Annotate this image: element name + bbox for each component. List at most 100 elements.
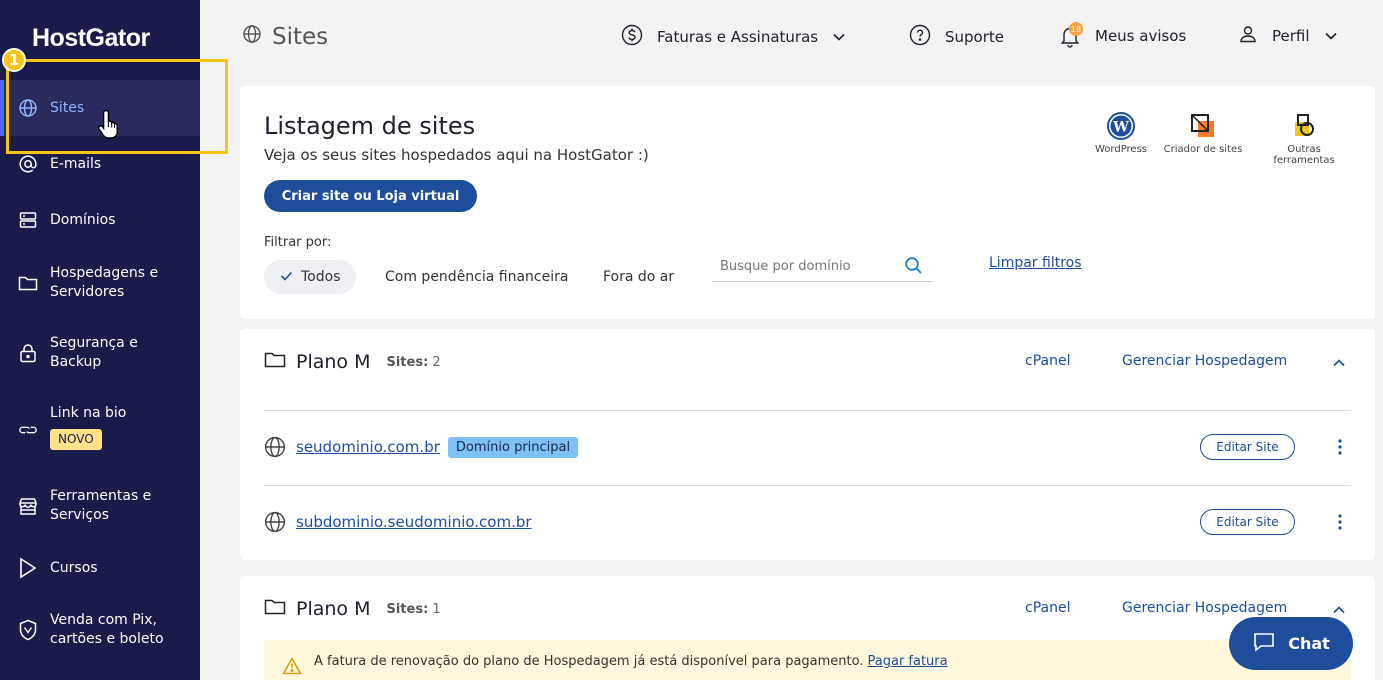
manage-hosting-link[interactable]: Gerenciar Hospedagem	[1122, 353, 1287, 369]
profile-menu[interactable]: Perfil	[1238, 24, 1338, 48]
warning-text: A fatura de renovação do plano de Hosped…	[314, 654, 864, 669]
edit-site-button[interactable]: Editar Site	[1200, 509, 1295, 535]
at-icon	[18, 154, 38, 174]
filter-offline-chip[interactable]: Fora do ar	[603, 260, 674, 294]
sidebar-item-label: Segurança e Backup	[50, 335, 138, 370]
tutorial-step-badge: 1	[2, 48, 26, 72]
filter-label: Filtrar por:	[264, 235, 332, 250]
wordpress-label: WordPress	[1094, 144, 1148, 155]
other-tools-label: Outras ferramentas	[1273, 144, 1335, 166]
listing-title: Listagem de sites	[264, 112, 476, 140]
domain-search-input[interactable]	[720, 254, 900, 278]
notices-label: Meus avisos	[1095, 27, 1187, 45]
chat-label: Chat	[1288, 634, 1330, 653]
notification-count-badge: 18	[1069, 22, 1083, 36]
billing-menu[interactable]: Faturas e Assinaturas	[621, 24, 846, 50]
chevron-up-icon[interactable]	[1332, 353, 1346, 372]
create-site-button[interactable]: Criar site ou Loja virtual	[264, 180, 477, 212]
check-icon	[280, 269, 293, 285]
search-icon[interactable]	[904, 256, 923, 279]
profile-label: Perfil	[1272, 27, 1310, 45]
plan-card: Plano M Sites: 2 cPanel Gerenciar Hosped…	[240, 329, 1375, 560]
sidebar-item-hosting[interactable]: Hospedagens e Servidores	[0, 264, 200, 302]
plan-header: Plano M Sites: 1	[264, 598, 441, 620]
filter-all-label: Todos	[301, 269, 341, 285]
globe-icon	[18, 98, 38, 118]
sidebar-item-label-wrap: Link na bio NOVO	[50, 404, 126, 450]
sidebar-item-label: Sites	[50, 99, 85, 116]
site-domain-link[interactable]: subdominio.seudominio.com.br	[296, 513, 532, 531]
listing-subtitle: Veja os seus sites hospedados aqui na Ho…	[264, 146, 649, 164]
billing-label: Faturas e Assinaturas	[657, 28, 819, 46]
support-link[interactable]: Suporte	[909, 24, 1004, 50]
chevron-up-icon[interactable]	[1332, 600, 1346, 619]
edit-site-button[interactable]: Editar Site	[1200, 434, 1295, 460]
site-builder-label: Criador de sites	[1163, 144, 1243, 155]
sidebar-item-label: E-mails	[50, 155, 102, 172]
sidebar-item-link-in-bio[interactable]: Link na bio NOVO	[0, 404, 200, 456]
manage-hosting-link[interactable]: Gerenciar Hospedagem	[1122, 600, 1287, 616]
sidebar-item-courses[interactable]: Cursos	[0, 557, 200, 579]
chat-button[interactable]: Chat	[1229, 617, 1353, 670]
kebab-menu-icon[interactable]	[1332, 514, 1348, 530]
new-badge: NOVO	[50, 429, 102, 450]
cpanel-link[interactable]: cPanel	[1025, 600, 1070, 616]
dollar-icon	[621, 24, 643, 50]
page-title-text: Sites	[272, 24, 329, 50]
filter-all-chip[interactable]: Todos	[264, 260, 357, 294]
sidebar-item-tools[interactable]: Ferramentas e Serviços	[0, 487, 200, 525]
page-title: Sites	[242, 24, 328, 50]
lock-icon	[18, 343, 38, 363]
sidebar-item-emails[interactable]: E-mails	[0, 154, 200, 174]
active-indicator	[0, 80, 4, 136]
bell-icon: 18	[1059, 22, 1083, 48]
site-builder-tool[interactable]: Criador de sites	[1162, 108, 1244, 155]
kebab-menu-icon[interactable]	[1332, 439, 1348, 455]
notices-link[interactable]: 18 Meus avisos	[1059, 22, 1187, 48]
folder-icon	[18, 273, 38, 293]
globe-icon	[264, 436, 288, 458]
chevron-down-icon	[832, 28, 846, 46]
shield-icon	[18, 619, 38, 641]
plan-header: Plano M Sites: 2	[264, 351, 441, 373]
support-label: Suporte	[945, 28, 1005, 46]
other-tools[interactable]: Outras ferramentas	[1255, 108, 1353, 166]
divider	[264, 410, 1351, 411]
cpanel-link[interactable]: cPanel	[1025, 353, 1070, 369]
plan-sites-count: Sites: 1	[386, 601, 441, 617]
sidebar-item-security[interactable]: Segurança e Backup	[0, 334, 200, 372]
sidebar-item-label: Venda com Pix, cartões e boleto	[50, 612, 164, 647]
sidebar-item-label: Hospedagens e Servidores	[50, 265, 159, 300]
main-domain-tag: Domínio principal	[447, 436, 579, 458]
folder-icon	[264, 598, 286, 620]
site-row: subdominio.seudominio.com.br Editar Site	[264, 502, 1351, 542]
folder-icon	[264, 351, 286, 373]
warning-icon	[282, 656, 302, 679]
sidebar-item-domains[interactable]: Domínios	[0, 210, 200, 230]
link-icon	[18, 420, 38, 440]
wordpress-tool[interactable]: W WordPress	[1092, 108, 1150, 155]
domain-search	[712, 254, 933, 282]
plan-name: Plano M	[296, 598, 371, 620]
globe-icon	[264, 511, 288, 533]
sidebar-item-label: Domínios	[50, 211, 116, 228]
svg-text:W: W	[1112, 120, 1129, 136]
server-icon	[18, 210, 38, 230]
clear-filters-link[interactable]: Limpar filtros	[989, 255, 1082, 271]
site-domain-link[interactable]: seudominio.com.br	[296, 438, 440, 456]
pay-invoice-link[interactable]: Pagar fatura	[868, 654, 948, 669]
hostgator-logo[interactable]: HostGator	[32, 24, 150, 53]
sidebar-item-payments[interactable]: Venda com Pix, cartões e boleto	[0, 611, 200, 649]
user-icon	[1238, 24, 1258, 48]
filter-pending-chip[interactable]: Com pendência financeira	[385, 260, 568, 294]
plan-sites-count: Sites: 2	[386, 354, 441, 370]
chat-bubble-icon	[1252, 631, 1276, 657]
sidebar-item-label: Ferramentas e Serviços	[50, 488, 152, 523]
site-row: seudominio.com.br Domínio principal Edit…	[264, 427, 1351, 467]
globe-icon	[242, 24, 262, 50]
plan-name: Plano M	[296, 351, 371, 373]
sidebar-item-label: Cursos	[50, 559, 98, 576]
play-icon	[18, 557, 38, 579]
help-circle-icon	[909, 24, 931, 50]
sidebar-item-label: Link na bio	[50, 405, 127, 421]
